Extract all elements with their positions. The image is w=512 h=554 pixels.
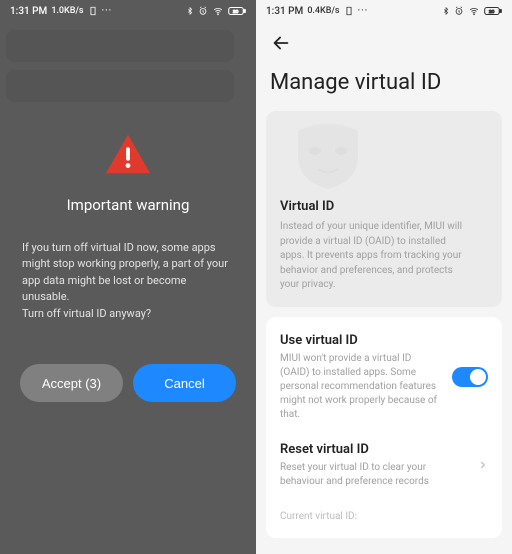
- wifi-icon: [468, 6, 480, 16]
- virtual-id-info-card: Virtual ID Instead of your unique identi…: [266, 111, 502, 307]
- reset-virtual-id-title: Reset virtual ID: [280, 442, 468, 457]
- reset-virtual-id-desc: Reset your virtual ID to clear your beha…: [280, 461, 468, 489]
- chevron-right-icon: [478, 458, 488, 472]
- reset-virtual-id-row[interactable]: Reset virtual ID Reset your virtual ID t…: [266, 436, 502, 503]
- warning-icon: [104, 132, 152, 180]
- status-time: 1:31 PM: [266, 6, 303, 17]
- more-icon: ···: [358, 6, 369, 16]
- current-virtual-id-label: Current virtual ID:: [266, 503, 502, 536]
- card-title: Virtual ID: [280, 199, 488, 214]
- page-title: Manage virtual ID: [256, 58, 512, 111]
- accept-button[interactable]: Accept (3): [20, 364, 123, 402]
- dialog-body: If you turn off virtual ID now, some app…: [20, 240, 236, 323]
- status-net-speed: 0.4KB/s: [307, 6, 339, 16]
- svg-text:20: 20: [489, 9, 495, 15]
- alarm-icon: [454, 6, 464, 16]
- back-button[interactable]: [270, 32, 292, 54]
- use-virtual-id-row: Use virtual ID MIUI won't provide a virt…: [266, 319, 502, 436]
- card-description: Instead of your unique identifier, MIUI …: [280, 220, 470, 293]
- use-virtual-id-desc: MIUI won't provide a virtual ID (OAID) t…: [280, 352, 442, 422]
- phone-icon: [344, 6, 354, 16]
- use-virtual-id-toggle[interactable]: [452, 367, 488, 387]
- status-bar: 1:31 PM 0.4KB/s ··· 20: [256, 0, 512, 22]
- battery-icon: 20: [484, 6, 502, 16]
- bluetooth-icon: [442, 6, 450, 16]
- mask-icon: [288, 176, 368, 195]
- cancel-button[interactable]: Cancel: [133, 364, 236, 402]
- use-virtual-id-title: Use virtual ID: [280, 333, 442, 348]
- dialog-title: Important warning: [67, 196, 190, 214]
